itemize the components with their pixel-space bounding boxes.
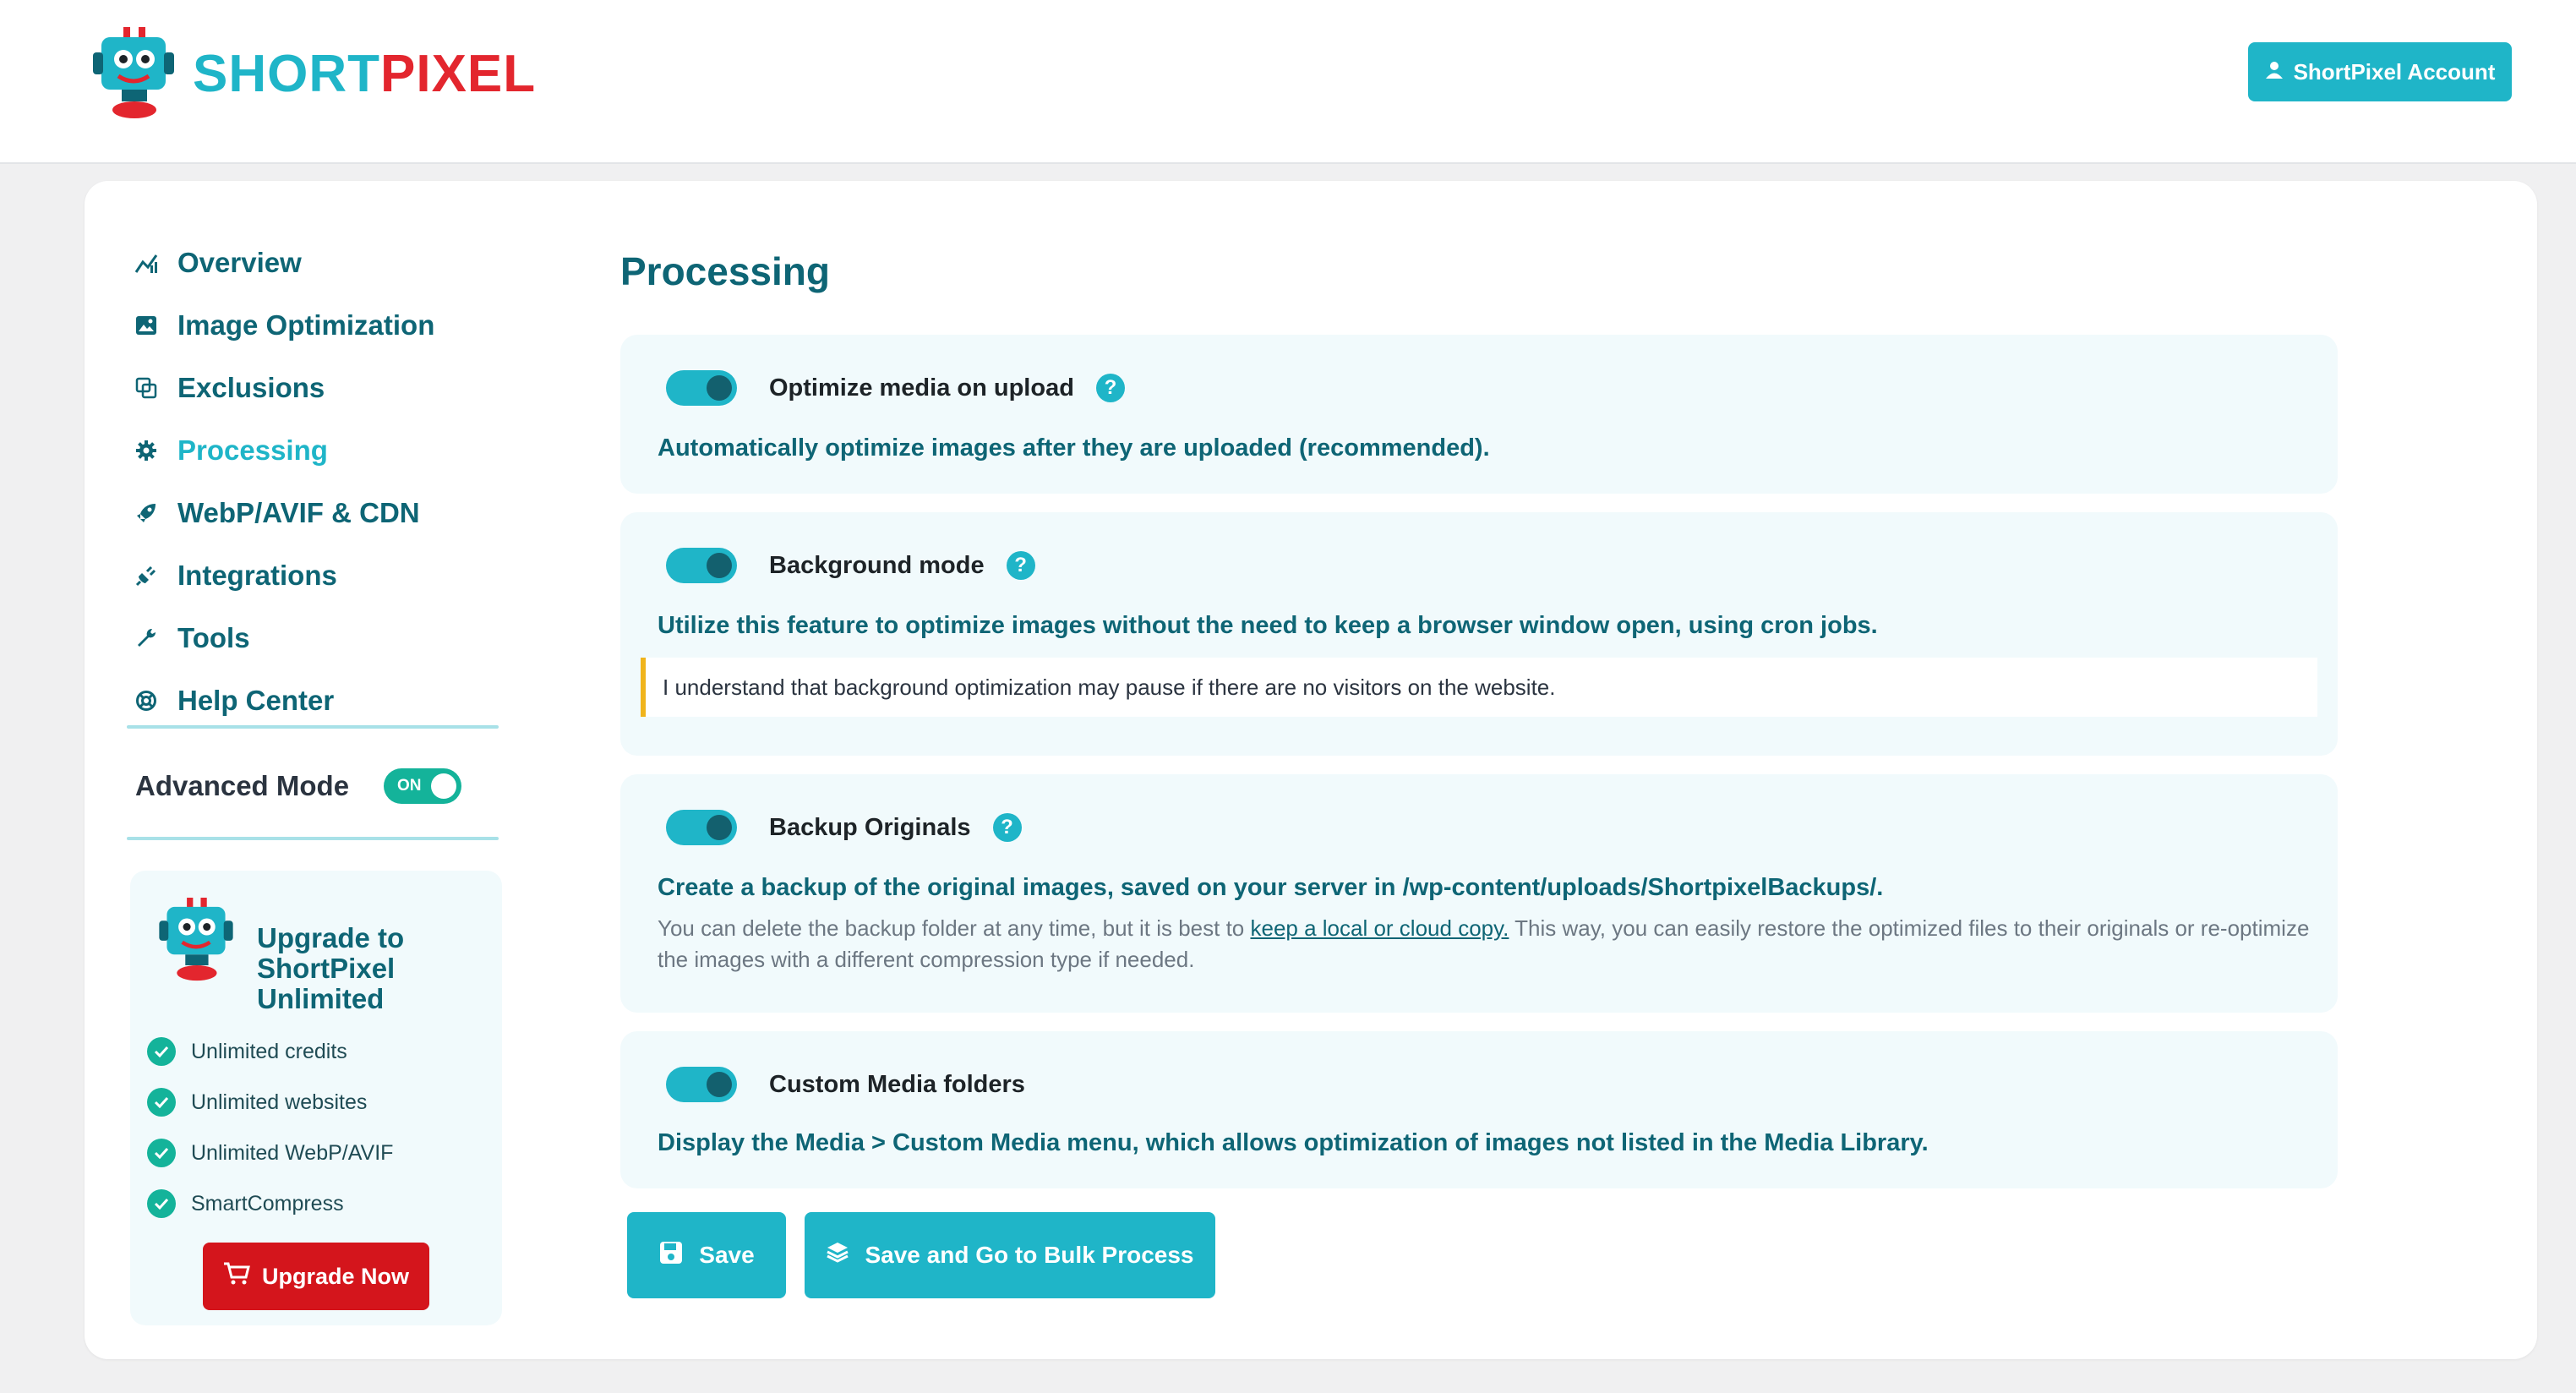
sidebar-item-exclusions[interactable]: Exclusions bbox=[134, 357, 505, 419]
feature-label: Unlimited websites bbox=[191, 1090, 368, 1114]
upgrade-now-button[interactable]: Upgrade Now bbox=[203, 1243, 429, 1310]
setting-label: Optimize media on upload bbox=[769, 374, 1074, 402]
setting-custom-media-folders: Custom Media folders Display the Media >… bbox=[620, 1031, 2338, 1188]
shortpixel-logo[interactable]: SHORTPIXEL bbox=[93, 27, 536, 120]
chart-icon bbox=[134, 250, 159, 276]
list-item: SmartCompress bbox=[147, 1178, 393, 1229]
brand-short: SHORT bbox=[193, 44, 380, 103]
optimize-on-upload-toggle[interactable] bbox=[666, 370, 737, 406]
toggle-knob bbox=[707, 815, 732, 840]
save-bulk-button-label: Save and Go to Bulk Process bbox=[865, 1242, 1194, 1268]
sidebar-item-label: Overview bbox=[177, 247, 302, 278]
image-icon bbox=[134, 313, 159, 338]
sidebar-item-label: Integrations bbox=[177, 560, 337, 591]
feature-label: SmartCompress bbox=[191, 1191, 344, 1215]
check-icon bbox=[147, 1139, 176, 1167]
setting-backup-originals: Backup Originals ? Create a backup of th… bbox=[620, 774, 2338, 1013]
upgrade-panel: Upgrade to ShortPixel Unlimited Unlimite… bbox=[130, 871, 502, 1325]
check-icon bbox=[147, 1088, 176, 1117]
feature-list: Unlimited credits Unlimited websites Unl… bbox=[147, 1026, 393, 1229]
advanced-mode-row: Advanced Mode ON bbox=[135, 761, 490, 811]
user-icon bbox=[2265, 59, 2284, 85]
upgrade-header: Upgrade to ShortPixel Unlimited bbox=[156, 898, 451, 1014]
backup-originals-toggle[interactable] bbox=[666, 810, 737, 845]
sidebar-item-label: Help Center bbox=[177, 685, 335, 716]
brand-wordmark: SHORTPIXEL bbox=[193, 44, 536, 104]
shortpixel-account-button[interactable]: ShortPixel Account bbox=[2248, 42, 2512, 101]
robot-mascot-icon bbox=[156, 898, 237, 986]
toggle-knob bbox=[431, 773, 456, 799]
upgrade-button-label: Upgrade Now bbox=[261, 1263, 409, 1289]
rocket-icon bbox=[134, 500, 159, 526]
upgrade-title: Upgrade to ShortPixel Unlimited bbox=[257, 922, 405, 1014]
sidebar-item-integrations[interactable]: Integrations bbox=[134, 544, 505, 607]
backup-detail-text: You can delete the backup folder at any … bbox=[658, 915, 1251, 941]
setting-label: Background mode bbox=[769, 551, 985, 579]
save-button[interactable]: Save bbox=[627, 1212, 786, 1298]
background-mode-toggle[interactable] bbox=[666, 548, 737, 583]
setting-header: Optimize media on upload ? bbox=[666, 370, 1125, 406]
save-and-bulk-process-button[interactable]: Save and Go to Bulk Process bbox=[805, 1212, 1215, 1298]
lifebuoy-icon bbox=[134, 688, 159, 713]
setting-description: Display the Media > Custom Media menu, w… bbox=[658, 1129, 1929, 1156]
layers-icon bbox=[826, 1241, 849, 1270]
sidebar-item-label: WebP/AVIF & CDN bbox=[177, 497, 420, 528]
sidebar-item-tools[interactable]: Tools bbox=[134, 607, 505, 669]
background-mode-notice: I understand that background optimizatio… bbox=[641, 658, 2317, 717]
gear-icon bbox=[134, 438, 159, 463]
sidebar-item-webp-avif-cdn[interactable]: WebP/AVIF & CDN bbox=[134, 482, 505, 544]
sidebar-divider bbox=[127, 725, 499, 729]
advanced-mode-label: Advanced Mode bbox=[135, 770, 350, 801]
list-item: Unlimited WebP/AVIF bbox=[147, 1128, 393, 1178]
custom-media-folders-toggle[interactable] bbox=[666, 1067, 737, 1102]
advanced-mode-toggle[interactable]: ON bbox=[384, 768, 461, 804]
floppy-disk-icon bbox=[658, 1240, 684, 1271]
save-button-label: Save bbox=[699, 1242, 755, 1268]
setting-description: Automatically optimize images after they… bbox=[658, 434, 1490, 462]
brand-pixel: PIXEL bbox=[380, 44, 537, 103]
sidebar-item-image-optimization[interactable]: Image Optimization bbox=[134, 294, 505, 357]
sidebar-item-label: Processing bbox=[177, 434, 328, 466]
robot-mascot-icon bbox=[93, 27, 174, 120]
help-icon[interactable]: ? bbox=[1095, 374, 1125, 402]
setting-header: Custom Media folders bbox=[666, 1067, 1025, 1102]
list-item: Unlimited websites bbox=[147, 1077, 393, 1128]
local-cloud-copy-link[interactable]: keep a local or cloud copy. bbox=[1250, 915, 1509, 941]
help-icon[interactable]: ? bbox=[992, 813, 1022, 842]
feature-label: Unlimited WebP/AVIF bbox=[191, 1140, 394, 1165]
toggle-state-label: ON bbox=[397, 777, 422, 795]
sidebar-item-help-center[interactable]: Help Center bbox=[134, 669, 505, 732]
setting-label: Custom Media folders bbox=[769, 1070, 1025, 1098]
setting-header: Backup Originals ? bbox=[666, 810, 1022, 845]
feature-label: Unlimited credits bbox=[191, 1039, 347, 1063]
setting-label: Backup Originals bbox=[769, 813, 971, 841]
help-icon[interactable]: ? bbox=[1006, 551, 1035, 580]
cart-icon bbox=[223, 1262, 250, 1292]
wrench-icon bbox=[134, 625, 159, 651]
sidebar-item-overview[interactable]: Overview bbox=[134, 232, 505, 294]
page-title: Processing bbox=[620, 249, 830, 293]
sidebar-divider bbox=[127, 837, 499, 840]
check-icon bbox=[147, 1189, 176, 1218]
toggle-knob bbox=[707, 1072, 732, 1097]
exclusions-icon bbox=[134, 375, 159, 401]
list-item: Unlimited credits bbox=[147, 1026, 393, 1077]
setting-description: Utilize this feature to optimize images … bbox=[658, 612, 1878, 639]
setting-description: Create a backup of the original images, … bbox=[658, 874, 1884, 901]
check-icon bbox=[147, 1037, 176, 1066]
sidebar-item-label: Image Optimization bbox=[177, 309, 435, 341]
top-bar: SHORTPIXEL ShortPixel Account bbox=[0, 0, 2576, 164]
plug-icon bbox=[134, 563, 159, 588]
backup-details: You can delete the backup folder at any … bbox=[658, 913, 2314, 975]
setting-background-mode: Background mode ? Utilize this feature t… bbox=[620, 512, 2338, 756]
setting-header: Background mode ? bbox=[666, 548, 1035, 583]
toggle-knob bbox=[707, 553, 732, 578]
account-button-label: ShortPixel Account bbox=[2293, 58, 2496, 85]
setting-optimize-on-upload: Optimize media on upload ? Automatically… bbox=[620, 335, 2338, 494]
sidebar-nav: Overview Image Optimization Exclusions P… bbox=[134, 232, 505, 732]
toggle-knob bbox=[707, 375, 732, 401]
sidebar-item-label: Tools bbox=[177, 622, 250, 653]
sidebar-item-processing[interactable]: Processing bbox=[134, 419, 505, 482]
sidebar-item-label: Exclusions bbox=[177, 372, 325, 403]
